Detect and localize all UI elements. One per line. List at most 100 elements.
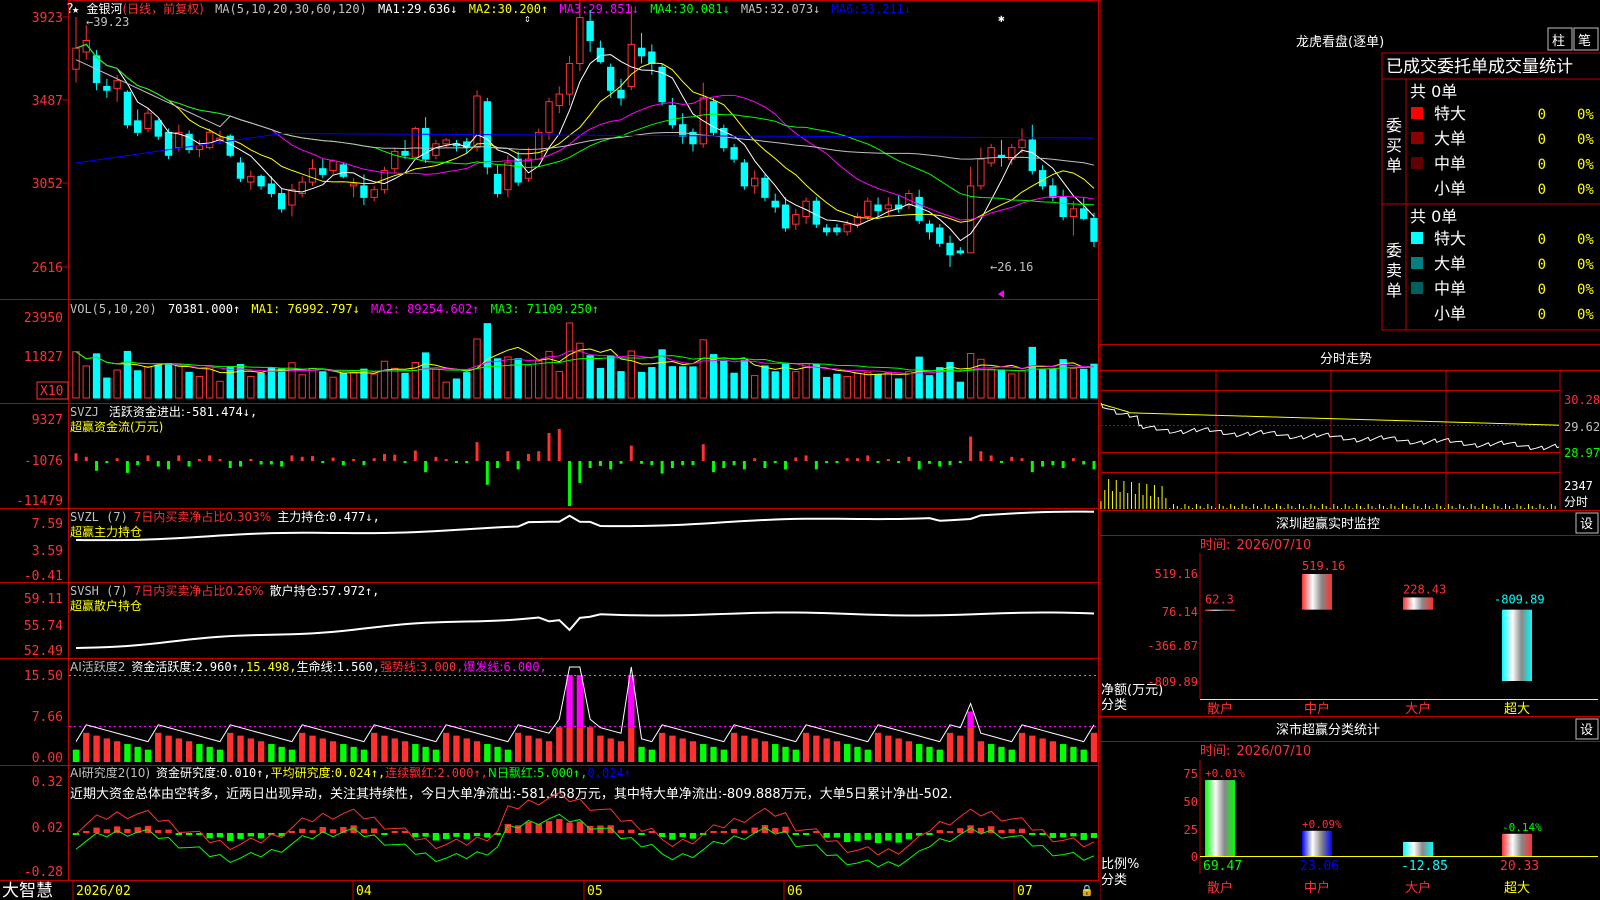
svzj-bar [588, 461, 592, 468]
ai-active-bar [607, 738, 614, 762]
y-tick: 3487 [32, 94, 63, 109]
svg-text:超赢散户持仓: 超赢散户持仓 [70, 598, 142, 613]
svzj-bar [218, 459, 222, 461]
volume-bar [401, 372, 409, 399]
svg-text:超赢资金流(万元): 超赢资金流(万元) [70, 419, 163, 434]
candle-body [113, 80, 121, 89]
svzj-bar [609, 461, 613, 470]
svg-text:30.28: 30.28 [1564, 393, 1600, 407]
ai-active-bar [730, 732, 738, 762]
svzj-bar [352, 459, 356, 461]
svg-text:2026/02: 2026/02 [76, 884, 131, 899]
ai-active-bar [576, 727, 584, 762]
volume-bar [247, 375, 255, 399]
candle-body [843, 223, 851, 233]
ai-active-bar [566, 727, 573, 762]
candle-body [134, 120, 142, 133]
app-logo: 大智慧 [2, 881, 53, 900]
candle-body [668, 105, 677, 126]
volume-bar [123, 350, 132, 399]
order-row-name: 特大 [1434, 104, 1466, 123]
category-label: 中户 [1304, 880, 1330, 896]
intraday-price-line [1100, 402, 1560, 451]
svzj-bar [969, 436, 973, 461]
ai-active-bar [720, 749, 728, 762]
svzj-bar [722, 461, 726, 468]
volume-bar [421, 352, 430, 399]
volume-bar [164, 362, 173, 399]
svzj-bar [886, 459, 890, 461]
volume-bar [1059, 359, 1067, 399]
candle-body [648, 51, 656, 64]
svzj-bar [1061, 461, 1065, 468]
candle-body [493, 173, 502, 195]
volume-bar [586, 355, 594, 399]
volume-bar [226, 366, 234, 399]
order-row-pct: 0% [1577, 307, 1594, 323]
category-label: 大户 [1405, 701, 1431, 717]
analysis-comment: 近期大资金总体由空转多，近两日出现异动，关注其持续性，今日大单净流出:-581.… [70, 786, 953, 802]
order-color-swatch [1411, 182, 1423, 194]
candle-body [164, 131, 173, 156]
svg-text:519.16: 519.16 [1155, 567, 1198, 581]
svzj-bar [927, 461, 931, 464]
ai-active-bar [1039, 738, 1046, 762]
svg-text:7.59: 7.59 [32, 517, 63, 532]
candle-body [205, 131, 214, 149]
volume-bar [349, 372, 358, 399]
candle-body [247, 175, 255, 183]
ai-active-bar [977, 741, 985, 762]
ai-active-bar [689, 741, 697, 762]
candle-body [792, 214, 800, 225]
svg-text:59.11: 59.11 [24, 592, 63, 607]
volume-bars [72, 322, 1098, 399]
ai-research-bar [1090, 833, 1098, 838]
candle-body [1069, 208, 1078, 218]
volume-bar [699, 339, 707, 399]
svzj-bar [177, 455, 181, 461]
longhu-title: 龙虎看盘(逐单) [1296, 34, 1384, 50]
order-row-count: 0 [1538, 107, 1546, 123]
ai-research-bar [885, 833, 892, 841]
ai-active-bar [144, 749, 152, 762]
ai-research-bar [669, 833, 676, 840]
svzj-bar [290, 455, 294, 461]
ai-active-bar [628, 727, 635, 762]
svzj-bar [280, 461, 284, 467]
svg-text:15.50: 15.50 [24, 669, 63, 684]
y-tick: 3923 [32, 11, 63, 26]
svg-text:深市超赢分类统计: 深市超赢分类统计 [1276, 722, 1380, 738]
main-chart-area[interactable]: ? ★ 金银河(日线，前复权) MA(5,10,20,30,60,120) MA… [0, 0, 1100, 900]
ai-active-bar [299, 732, 306, 762]
svg-text:-1076: -1076 [24, 454, 63, 469]
candle-body [1018, 139, 1026, 149]
svzj-bar [763, 461, 767, 468]
svsh-line [75, 611, 1095, 649]
ai-active-bar [648, 749, 656, 762]
ai-research-bar [638, 833, 645, 835]
svzj-bar [547, 433, 551, 461]
svzj-bar [382, 454, 386, 461]
ai-research-bar [175, 833, 183, 835]
svzj-bar [300, 456, 304, 461]
stat-title: 已成交委托单成交量统计 [1386, 57, 1573, 77]
svzj-bar [321, 461, 325, 464]
svzj-bar [825, 461, 829, 463]
svg-text:75: 75 [1184, 767, 1198, 781]
svzj-bar [537, 451, 541, 461]
ai-active-bar [772, 744, 779, 762]
order-tables: 委买单共 0单特大 0 0%大单 0 0%中单 0 0%小单 0 0%委卖单共 0单特大 0 0%大… [1386, 82, 1594, 323]
order-row-pct: 0% [1577, 182, 1594, 198]
svzj-bar [670, 461, 674, 468]
ai-active-bar [206, 746, 213, 762]
candle-body [195, 145, 204, 151]
volume-bar [329, 376, 337, 399]
svg-text:SVZJ活跃资金进出:-581.474↓,: SVZJ 活跃资金进出:-581.474↓, [70, 404, 257, 419]
ai-active-bar [525, 735, 532, 762]
order-row-count: 0 [1538, 257, 1546, 273]
svzj-bar [742, 461, 746, 470]
svzj-bar [578, 461, 582, 483]
candle-body [1090, 217, 1098, 242]
svg-text:设: 设 [1580, 723, 1593, 738]
svzj-bar [506, 451, 510, 461]
